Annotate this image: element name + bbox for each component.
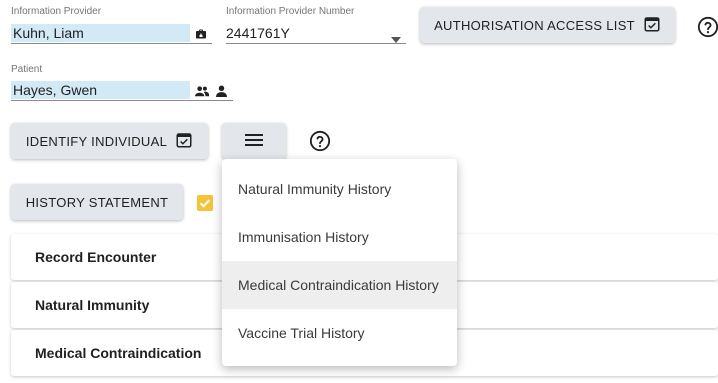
card-label: Record Encounter [35,249,157,265]
history-checkbox[interactable] [197,195,213,211]
provider-number-value: 2441761Y [226,25,290,41]
identify-individual-button[interactable]: IDENTIFY INDIVIDUAL [11,123,208,159]
help-circle-icon[interactable] [309,130,331,157]
checkbox-calendar-icon [643,15,661,36]
authorisation-access-list-button[interactable]: AUTHORISATION ACCESS LIST [420,7,675,43]
menu-item-natural-immunity-history[interactable]: Natural Immunity History [222,165,457,213]
provider-field[interactable]: Kuhn, Liam [11,22,212,44]
history-statement-button[interactable]: HISTORY STATEMENT [11,184,183,220]
dropdown-arrow-icon[interactable] [391,30,401,48]
menu-item-vaccine-trial-history[interactable]: Vaccine Trial History [222,309,457,357]
card-label: Medical Contraindication [35,345,202,361]
history-button-label: HISTORY STATEMENT [25,194,169,210]
identify-button-label: IDENTIFY INDIVIDUAL [25,133,168,149]
patient-field[interactable]: Hayes, Gwen [11,79,233,101]
help-circle-icon[interactable] [697,16,718,43]
people-icon[interactable] [195,84,209,102]
hamburger-menu-icon [244,132,264,151]
patient-value: Hayes, Gwen [11,81,190,99]
provider-label: Information Provider [11,6,102,17]
checkmark-icon [199,199,211,208]
patient-label: Patient [11,64,43,75]
provider-number-label: Information Provider Number [226,6,355,17]
auth-button-label: AUTHORISATION ACCESS LIST [434,17,635,33]
checkbox-calendar-icon [175,131,193,152]
provider-value: Kuhn, Liam [11,24,190,42]
menu-item-medical-contraindication-history[interactable]: Medical Contraindication History [222,261,457,309]
history-dropdown-menu: Natural Immunity History Immunisation Hi… [222,159,457,366]
menu-item-label: Immunisation History [238,229,369,245]
menu-item-label: Natural Immunity History [238,181,392,197]
history-menu-button[interactable] [222,123,286,159]
menu-item-immunisation-history[interactable]: Immunisation History [222,213,457,261]
menu-item-label: Vaccine Trial History [238,325,365,341]
card-label: Natural Immunity [35,297,150,313]
person-icon[interactable] [216,84,227,102]
briefcase-lock-icon[interactable] [195,27,207,45]
provider-number-select[interactable]: 2441761Y [226,22,406,44]
menu-item-label: Medical Contraindication History [238,277,439,293]
